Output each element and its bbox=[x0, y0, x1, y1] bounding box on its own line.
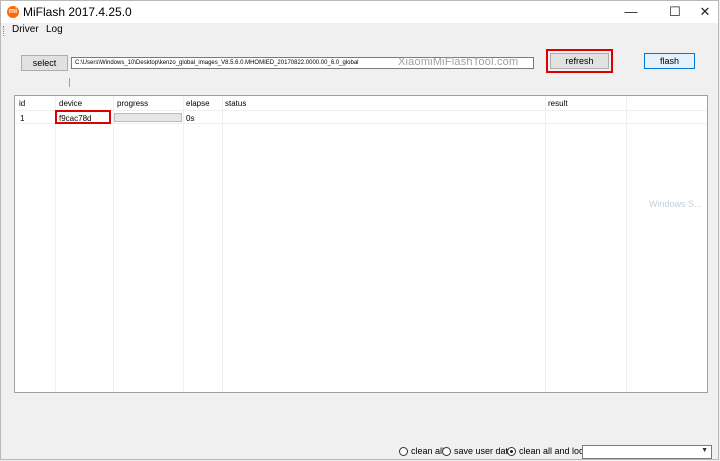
options-bar: clean all save user data clean all and l… bbox=[1, 443, 718, 461]
menu-log[interactable]: Log bbox=[46, 24, 63, 35]
radio-save-user-data[interactable] bbox=[442, 447, 451, 456]
header-elapse[interactable]: elapse bbox=[186, 99, 210, 108]
miflash-window: mi MiFlash 2017.4.25.0 — ☐ ✕ Driver Log … bbox=[0, 0, 719, 460]
close-button[interactable]: ✕ bbox=[690, 1, 720, 23]
label-clean-all-and-lock[interactable]: clean all and lock bbox=[519, 446, 588, 456]
flash-button[interactable]: flash bbox=[644, 53, 695, 69]
menu-grip bbox=[3, 26, 7, 36]
column-divider bbox=[55, 96, 56, 392]
device-grid: id device progress elapse status result … bbox=[14, 95, 708, 393]
maximize-button[interactable]: ☐ bbox=[660, 1, 690, 23]
header-status[interactable]: status bbox=[225, 99, 246, 108]
radio-clean-all[interactable] bbox=[399, 447, 408, 456]
window-title: MiFlash 2017.4.25.0 bbox=[23, 5, 132, 19]
progress-bar bbox=[114, 113, 182, 122]
label-clean-all[interactable]: clean all bbox=[411, 446, 444, 456]
column-divider bbox=[113, 96, 114, 392]
header-device[interactable]: device bbox=[59, 99, 82, 108]
row-divider bbox=[15, 123, 707, 124]
minimize-button[interactable]: — bbox=[616, 1, 646, 23]
header-id[interactable]: id bbox=[19, 99, 25, 108]
windows-toast-text: Windows S... bbox=[649, 199, 702, 209]
select-button[interactable]: select bbox=[21, 55, 68, 71]
mi-logo-icon: mi bbox=[7, 6, 19, 18]
options-dropdown[interactable]: ▼ bbox=[582, 445, 712, 459]
menu-bar: Driver Log bbox=[1, 23, 718, 38]
header-result[interactable]: result bbox=[548, 99, 568, 108]
watermark-text: XiaomiMiFlashTool.com bbox=[398, 56, 519, 68]
column-divider bbox=[222, 96, 223, 392]
radio-clean-all-and-lock[interactable] bbox=[507, 447, 516, 456]
cell-id: 1 bbox=[20, 114, 25, 123]
refresh-button[interactable]: refresh bbox=[550, 53, 609, 69]
row-divider bbox=[15, 110, 707, 111]
divider-tick bbox=[69, 78, 70, 87]
chevron-down-icon[interactable]: ▼ bbox=[701, 447, 708, 454]
menu-driver[interactable]: Driver bbox=[12, 24, 39, 35]
column-divider bbox=[626, 96, 627, 392]
device-highlight bbox=[55, 110, 111, 124]
cell-elapse: 0s bbox=[186, 114, 195, 123]
header-progress[interactable]: progress bbox=[117, 99, 148, 108]
column-divider bbox=[545, 96, 546, 392]
column-divider bbox=[183, 96, 184, 392]
title-bar: mi MiFlash 2017.4.25.0 — ☐ ✕ bbox=[1, 1, 718, 23]
label-save-user-data[interactable]: save user data bbox=[454, 446, 513, 456]
